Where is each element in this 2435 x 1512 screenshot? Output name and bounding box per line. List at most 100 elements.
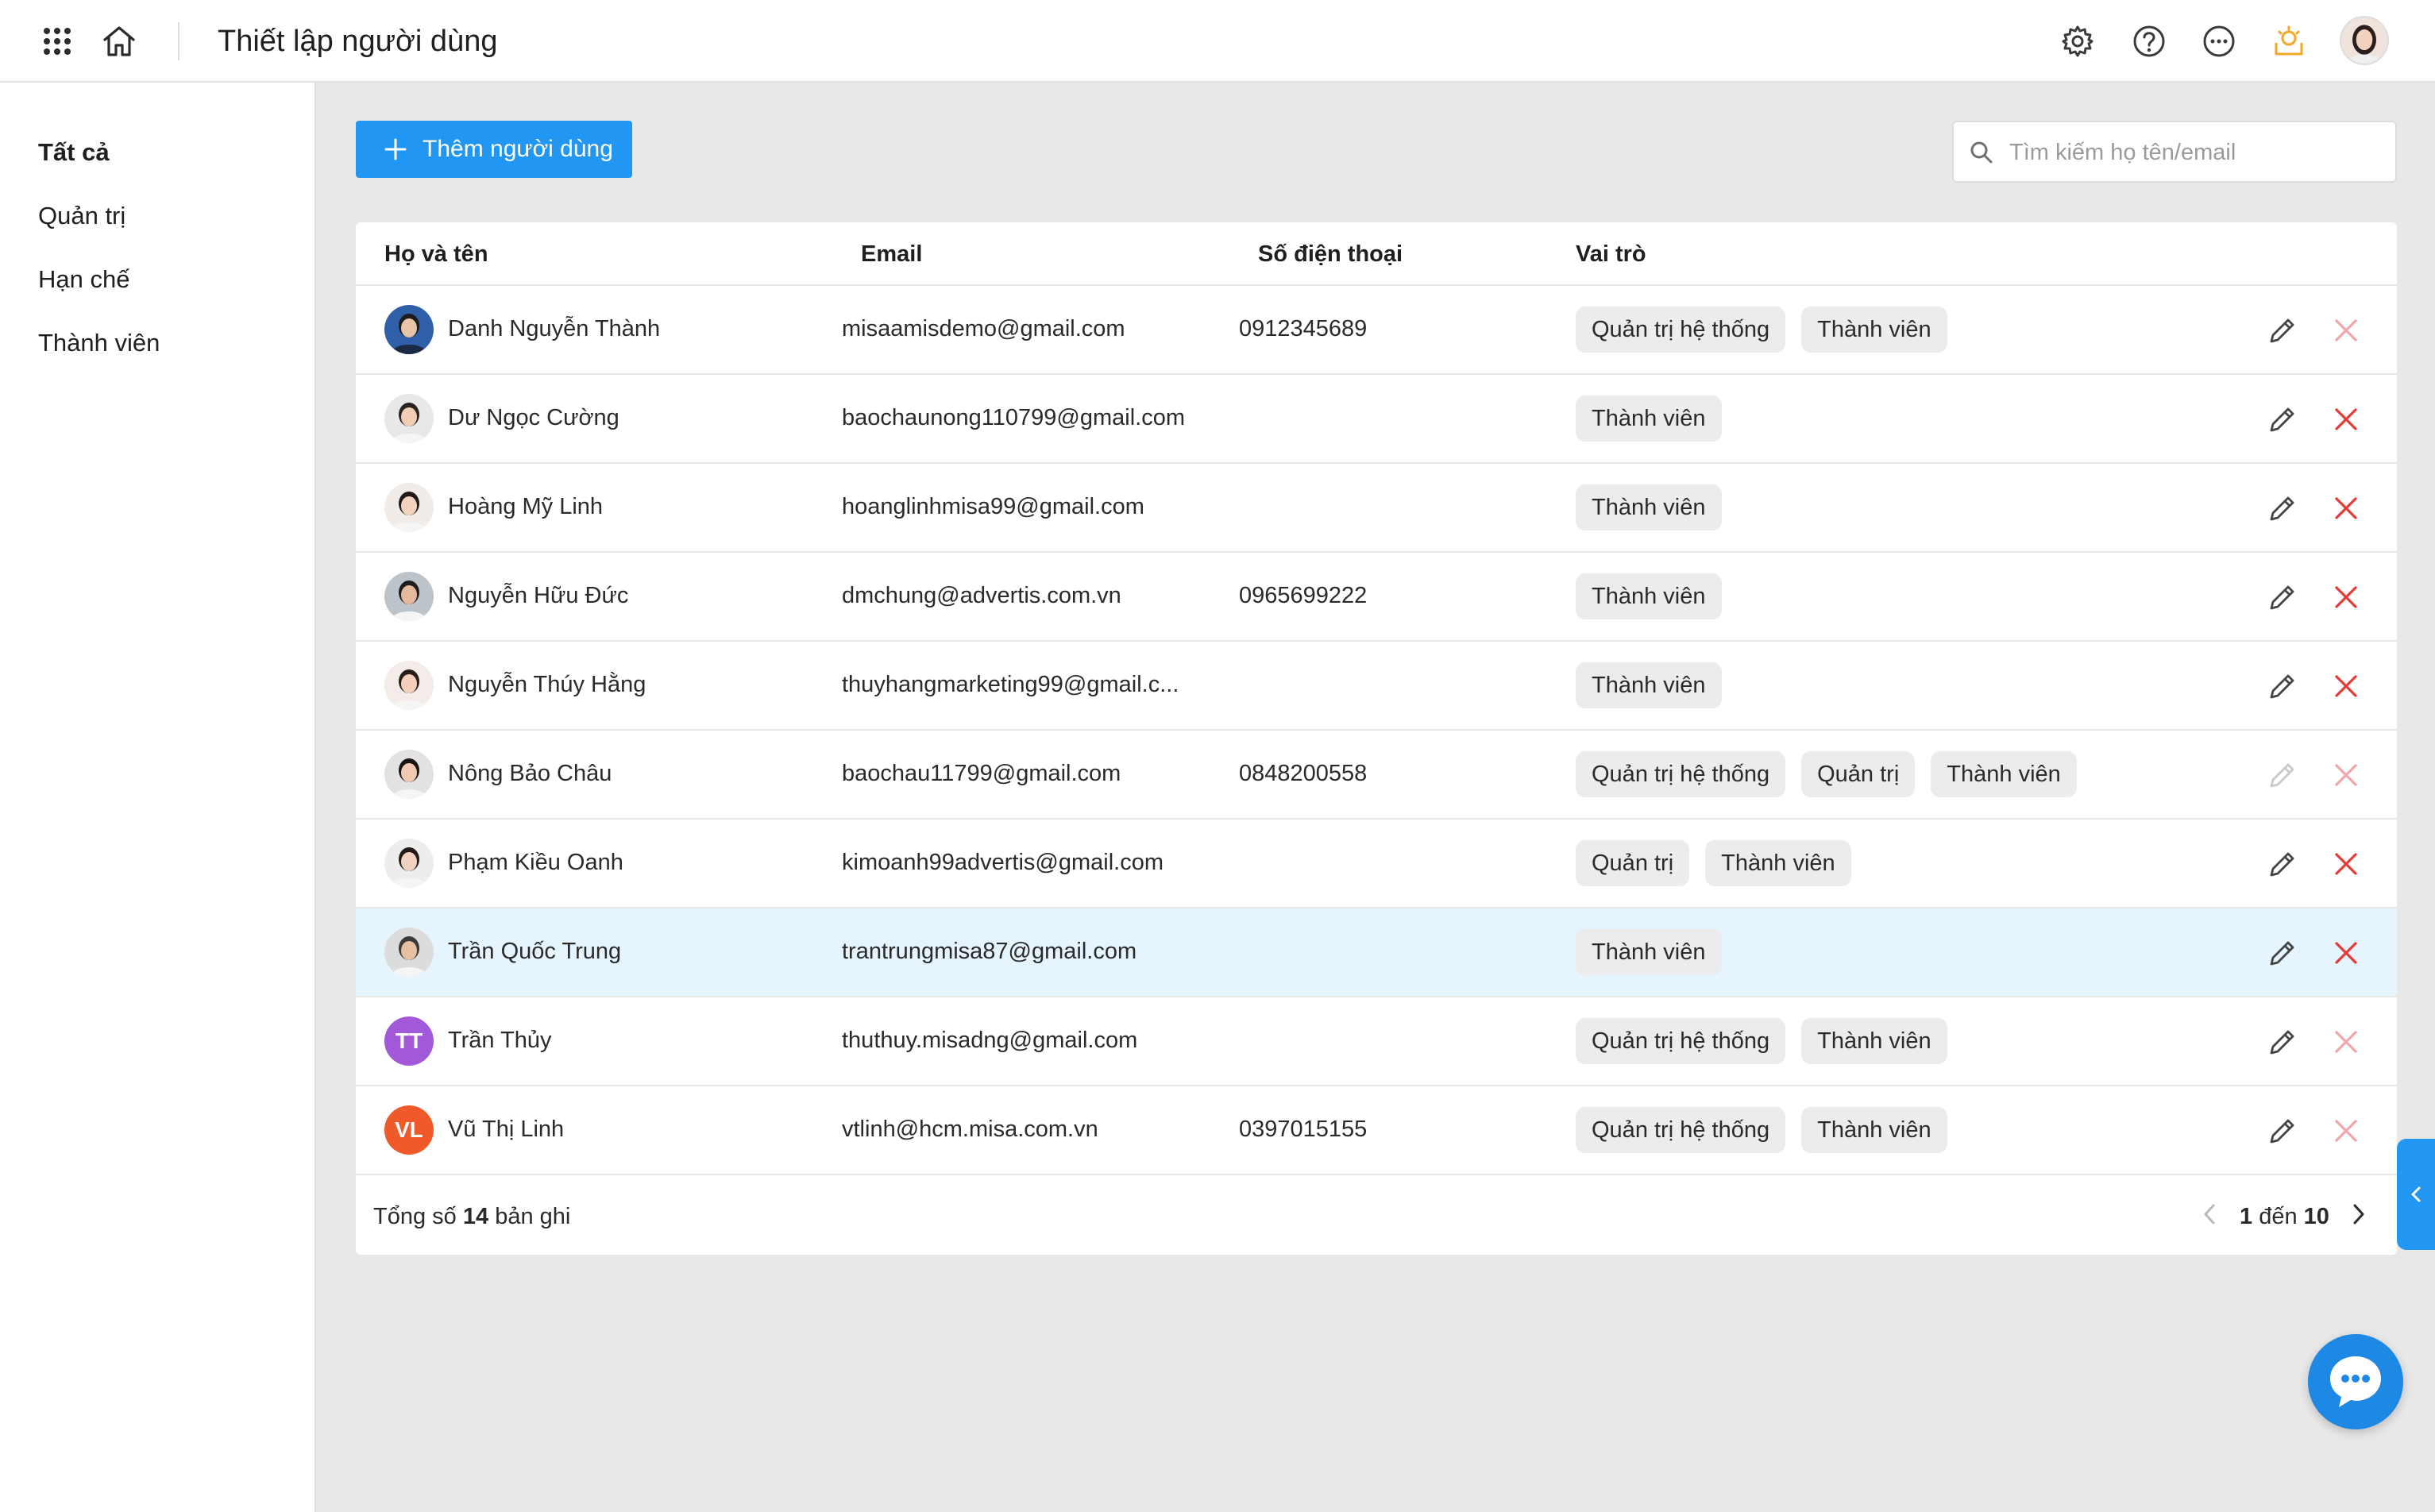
role-tag: Thành viên [1801, 1018, 1947, 1064]
user-name: Danh Nguyễn Thành [448, 316, 661, 341]
header-divider [178, 22, 179, 60]
edit-icon[interactable] [2267, 1026, 2298, 1058]
edit-icon[interactable] [2267, 314, 2298, 346]
edit-icon[interactable] [2267, 848, 2298, 880]
role-tag: Thành viên [1576, 573, 1722, 619]
edit-icon[interactable] [2267, 1115, 2298, 1147]
role-tags: Quản trị Thành viên [1576, 840, 1851, 886]
add-user-button[interactable]: Thêm người dùng [356, 121, 632, 178]
column-header-name: Họ và tên [384, 241, 488, 267]
total-count: 14 [462, 1204, 489, 1229]
avatar [384, 394, 434, 443]
avatar: VL [384, 1105, 434, 1155]
table-row[interactable]: Nguyễn Thúy Hằng thuyhangmarketing99@gmai… [356, 642, 2397, 731]
chat-button[interactable] [2308, 1334, 2403, 1429]
edit-icon[interactable] [2267, 581, 2298, 613]
user-name: Nông Bảo Châu [448, 761, 612, 786]
role-tags: Thành viên [1576, 929, 1722, 975]
chevron-left-icon [2411, 1186, 2421, 1202]
delete-icon[interactable] [2332, 850, 2360, 878]
avatar [384, 839, 434, 888]
user-name: Trần Quốc Trung [448, 939, 622, 964]
role-tags: Quản trị hệ thống Thành viên [1576, 307, 1947, 353]
total-suffix: bản ghi [495, 1204, 571, 1229]
table-row[interactable]: VL Vũ Thị Linh vtlinh@hcm.misa.com.vn 03970… [356, 1086, 2397, 1175]
page-range: 1 đến 10 [2240, 1201, 2329, 1232]
role-tag: Thành viên [1576, 484, 1722, 530]
delete-icon[interactable] [2332, 939, 2360, 967]
role-tag: Thành viên [1705, 840, 1851, 886]
delete-icon[interactable] [2332, 494, 2360, 523]
help-icon[interactable] [2132, 24, 2167, 59]
table-row[interactable]: Phạm Kiều Oanh kimoanh99advertis@gmail.co… [356, 820, 2397, 908]
delete-icon[interactable] [2332, 672, 2360, 700]
page-word: đến [2259, 1204, 2298, 1229]
table-row[interactable]: Danh Nguyễn Thành misaamisdemo@gmail.com 0… [356, 286, 2397, 375]
avatar [384, 572, 434, 621]
sidebar-item-all[interactable]: Tất cả [38, 135, 110, 170]
avatar [384, 928, 434, 977]
search-box [1952, 121, 2397, 183]
user-avatar[interactable] [2340, 16, 2389, 65]
avatar [384, 483, 434, 532]
side-panel-toggle[interactable] [2397, 1139, 2435, 1250]
edit-icon[interactable] [2267, 403, 2298, 435]
home-icon[interactable] [100, 22, 138, 60]
users-table: Họ và tên Email Số điện thoại Vai trò Da… [356, 222, 2397, 1255]
edit-icon[interactable] [2267, 759, 2298, 791]
role-tag: Thành viên [1576, 395, 1722, 442]
chat-icon [2330, 1356, 2381, 1407]
user-phone: 0848200558 [1239, 761, 1368, 786]
apps-grid-icon[interactable] [43, 27, 71, 56]
column-header-role: Vai trò [1576, 241, 1646, 267]
sidebar-item-restricted[interactable]: Hạn chế [38, 262, 129, 297]
role-tag: Thành viên [1801, 307, 1947, 353]
role-tag: Quản trị [1576, 840, 1690, 886]
top-bar: Thiết lập người dùng [0, 0, 2435, 83]
user-name: Nguyễn Thúy Hằng [448, 672, 646, 697]
edit-icon[interactable] [2267, 492, 2298, 524]
table-row[interactable]: Dư Ngọc Cường baochaunong110799@gmail.com… [356, 375, 2397, 464]
delete-icon[interactable] [2332, 316, 2360, 345]
column-header-email: Email [861, 241, 923, 267]
chevron-left-icon[interactable] [2198, 1202, 2222, 1226]
search-icon [1970, 141, 1993, 164]
delete-icon[interactable] [2332, 761, 2360, 789]
delete-icon[interactable] [2332, 405, 2360, 434]
table-row[interactable]: Trần Quốc Trung trantrungmisa87@gmail.com… [356, 908, 2397, 997]
page-title: Thiết lập người dùng [218, 25, 498, 58]
table-row[interactable]: Nông Bảo Châu baochau11799@gmail.com 08482… [356, 731, 2397, 820]
role-tag: Quản trị hệ thống [1576, 751, 1786, 797]
user-name: Hoàng Mỹ Linh [448, 494, 604, 519]
role-tags: Quản trị hệ thống Thành viên [1576, 1018, 1947, 1064]
plus-icon [384, 138, 407, 160]
role-tag: Quản trị [1801, 751, 1916, 797]
user-name: Dư Ngọc Cường [448, 405, 619, 430]
delete-icon[interactable] [2332, 583, 2360, 611]
edit-icon[interactable] [2267, 670, 2298, 702]
edit-icon[interactable] [2267, 937, 2298, 969]
delete-icon[interactable] [2332, 1028, 2360, 1056]
page-to: 10 [2303, 1204, 2329, 1229]
role-tag: Thành viên [1931, 751, 2077, 797]
role-tags: Thành viên [1576, 395, 1722, 442]
notification-icon[interactable] [2271, 24, 2306, 59]
sidebar-item-member[interactable]: Thành viên [38, 326, 160, 361]
table-row[interactable]: Hoàng Mỹ Linh hoanglinhmisa99@gmail.com Th… [356, 464, 2397, 553]
table-row[interactable]: Nguyễn Hữu Đức dmchung@advertis.com.vn 096… [356, 553, 2397, 642]
settings-icon[interactable] [2060, 24, 2095, 59]
search-input[interactable] [2008, 132, 2384, 173]
chevron-right-icon[interactable] [2346, 1202, 2370, 1226]
avatar [384, 750, 434, 799]
column-header-phone: Số điện thoại [1258, 241, 1403, 267]
role-tag: Quản trị hệ thống [1576, 307, 1786, 353]
user-email: baochau11799@gmail.com [842, 761, 1121, 786]
role-tag: Thành viên [1576, 929, 1722, 975]
table-row[interactable]: TT Trần Thủy thuthuy.misadng@gmail.com Quản… [356, 997, 2397, 1086]
total-prefix: Tổng số [373, 1204, 457, 1229]
delete-icon[interactable] [2332, 1117, 2360, 1145]
avatar [384, 305, 434, 354]
sidebar-item-admin[interactable]: Quản trị [38, 199, 125, 233]
more-icon[interactable] [2202, 24, 2236, 59]
user-phone: 0965699222 [1239, 583, 1368, 608]
